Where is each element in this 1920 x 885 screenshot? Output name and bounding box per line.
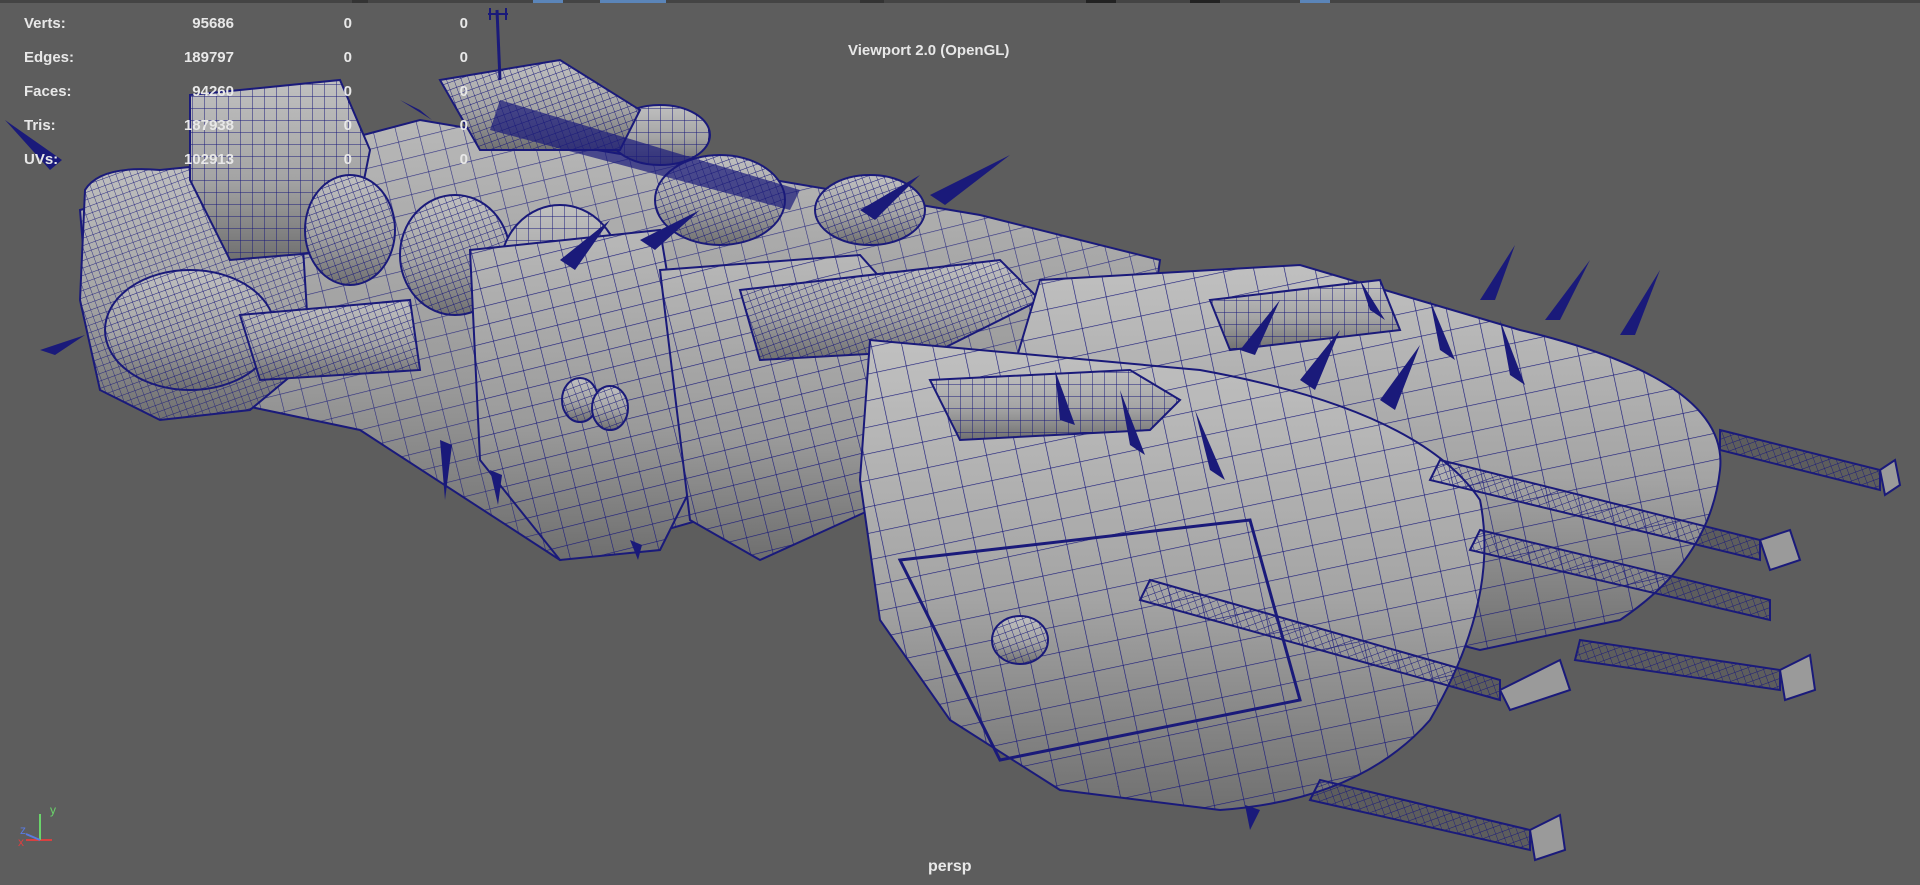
stat-row-faces: Faces: 94260 0 0 [24,74,468,108]
stat-label: Faces: [24,82,72,100]
stat-value: 189797 [183,48,234,66]
stat-row-edges: Edges: 189797 0 0 [24,40,468,74]
maya-viewport[interactable]: Verts: 95686 0 0 Edges: 189797 0 0 Faces… [0,0,1920,885]
stat-row-tris: Tris: 187938 0 0 [24,108,468,142]
stat-row-verts: Verts: 95686 0 0 [24,6,468,40]
stat-value: 187938 [183,116,234,134]
stat-selected: 0 [343,82,352,100]
stat-value: 95686 [192,14,234,32]
stat-component: 0 [459,14,468,32]
stat-label: Edges: [24,48,75,66]
stat-component: 0 [459,82,468,100]
stat-selected: 0 [343,150,352,168]
stat-component: 0 [459,116,468,134]
stat-value: 102913 [183,150,234,168]
stat-value: 94260 [192,82,234,100]
stat-row-uvs: UVs: 102913 0 0 [24,142,468,176]
poly-count-hud: Verts: 95686 0 0 Edges: 189797 0 0 Faces… [24,6,468,176]
stat-selected: 0 [343,48,352,66]
stat-label: Verts: [24,14,66,32]
stat-component: 0 [459,150,468,168]
camera-name-label: persp [928,858,972,875]
axis-x-label: x [18,835,24,849]
axis-y-label: y [50,803,56,817]
stat-selected: 0 [343,14,352,32]
stat-label: Tris: [24,116,56,134]
axis-gizmo-icon: y z x [18,803,56,849]
stat-selected: 0 [343,116,352,134]
stat-component: 0 [459,48,468,66]
stat-label: UVs: [24,150,59,168]
renderer-label: Viewport 2.0 (OpenGL) [848,42,1010,59]
